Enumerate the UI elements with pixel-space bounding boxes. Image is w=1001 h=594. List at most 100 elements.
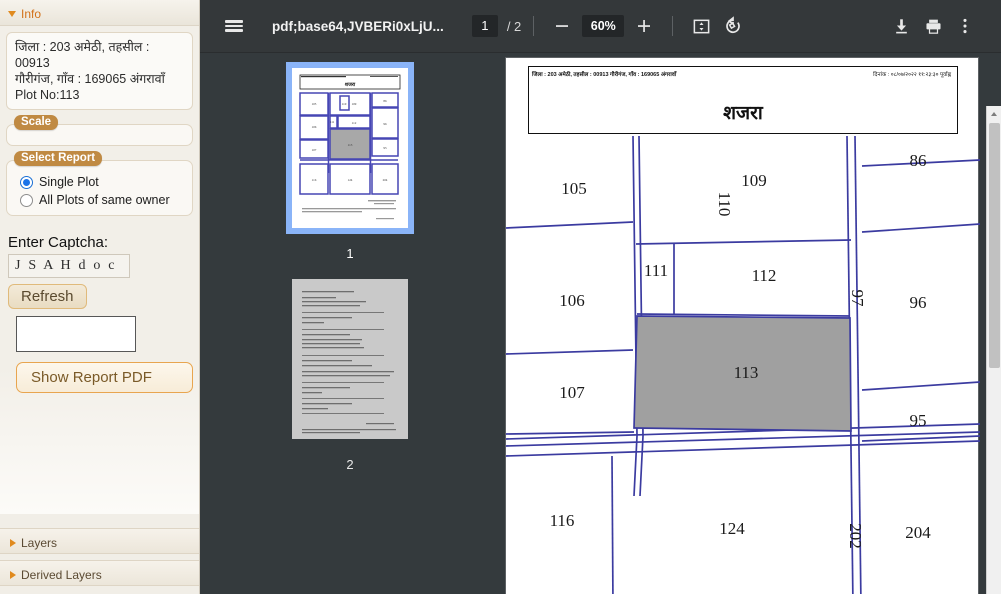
thumbnail-page-2-label: 2 bbox=[346, 457, 354, 472]
toolbar-divider bbox=[533, 16, 535, 36]
select-report-fieldset: Select Report Single Plot All Plots of s… bbox=[6, 151, 193, 216]
captcha-image: J S A H d o c bbox=[8, 254, 130, 278]
svg-text:116: 116 bbox=[312, 178, 317, 182]
application-window: Info जिला : 203 अमेठी, तहसील : 00913 गौर… bbox=[0, 0, 1001, 594]
hamburger-icon bbox=[225, 18, 243, 34]
svg-text:105: 105 bbox=[312, 102, 317, 106]
page-number-input[interactable]: 1 bbox=[471, 15, 498, 37]
parcel-label-95: 95 bbox=[910, 411, 927, 430]
minus-icon bbox=[556, 25, 569, 27]
parcel-label-86: 86 bbox=[910, 151, 927, 170]
chevron-down-icon bbox=[8, 10, 16, 17]
print-icon bbox=[925, 19, 941, 34]
sidebar-toggle-button[interactable] bbox=[218, 10, 250, 42]
parcel-label-105: 105 bbox=[561, 179, 587, 198]
zoom-in-button[interactable] bbox=[628, 10, 660, 42]
svg-text:204: 204 bbox=[383, 178, 388, 182]
thumbnail-panel[interactable]: शजरा 105 106 107 109 110 111 112 86 96 9… bbox=[200, 53, 500, 594]
select-report-legend: Select Report bbox=[14, 151, 103, 166]
scroll-up-arrow[interactable] bbox=[987, 106, 1001, 121]
show-report-pdf-button[interactable]: Show Report PDF bbox=[16, 362, 193, 393]
cadastral-map: 105 109 110 86 106 111 112 96 97 113 107… bbox=[506, 136, 980, 594]
zoom-out-button[interactable] bbox=[546, 10, 578, 42]
document-title: pdf;base64,JVBERi0xLjU... bbox=[272, 18, 444, 34]
svg-text:109: 109 bbox=[352, 102, 357, 106]
radio-single-plot-icon[interactable] bbox=[20, 175, 33, 189]
captcha-title: Enter Captcha: bbox=[8, 234, 109, 251]
zoom-level-display[interactable]: 60% bbox=[582, 15, 625, 37]
svg-text:112: 112 bbox=[352, 121, 357, 125]
svg-text:113: 113 bbox=[348, 143, 353, 147]
more-options-button[interactable] bbox=[949, 10, 981, 42]
parcel-label-110: 110 bbox=[715, 192, 734, 217]
pdf-viewer: pdf;base64,JVBERi0xLjU... 1 / 2 60% शजरा… bbox=[200, 0, 1001, 594]
parcel-label-106: 106 bbox=[559, 291, 585, 310]
svg-text:124: 124 bbox=[348, 178, 353, 182]
thumbnail-item[interactable]: 2 bbox=[200, 279, 500, 472]
radio-all-plots-same-owner-label: All Plots of same owner bbox=[39, 193, 170, 207]
pdf-document-title: शजरा bbox=[723, 103, 763, 124]
scrollbar-thumb[interactable] bbox=[989, 123, 1000, 368]
parcel-label-96: 96 bbox=[910, 293, 927, 312]
parcel-label-204: 204 bbox=[905, 523, 931, 542]
svg-text:111: 111 bbox=[330, 120, 335, 124]
scale-legend: Scale bbox=[14, 115, 59, 130]
info-panel-title: Info bbox=[21, 6, 42, 21]
thumbnail-page-2-preview bbox=[292, 279, 408, 439]
download-icon bbox=[895, 18, 907, 33]
svg-text:106: 106 bbox=[312, 125, 317, 129]
rotate-button[interactable] bbox=[717, 10, 749, 42]
layers-panel-header[interactable]: Layers bbox=[0, 528, 199, 554]
pdf-header-box: जिला : 203 अमेठी, तहसील : 00913 गौरीगंज,… bbox=[528, 66, 958, 134]
radio-single-plot[interactable]: Single Plot bbox=[20, 175, 183, 189]
vertical-scrollbar[interactable] bbox=[986, 106, 1001, 594]
svg-text:शजरा: शजरा bbox=[345, 82, 356, 88]
refresh-captcha-button[interactable]: Refresh bbox=[8, 284, 87, 309]
svg-text:107: 107 bbox=[312, 148, 317, 152]
print-button[interactable] bbox=[917, 10, 949, 42]
parcel-label-202: 202 bbox=[846, 523, 865, 549]
plot-info-line-3: Plot No:113 bbox=[15, 88, 80, 102]
toolbar-divider-2 bbox=[672, 16, 674, 36]
fit-to-page-icon bbox=[693, 19, 710, 33]
thumbnail-page-1[interactable]: शजरा 105 106 107 109 110 111 112 86 96 9… bbox=[286, 62, 414, 234]
captcha-input[interactable] bbox=[16, 316, 136, 352]
derived-layers-panel-title: Derived Layers bbox=[21, 567, 102, 582]
rotate-counterclockwise-icon bbox=[726, 16, 741, 33]
pdf-header-left: जिला : 203 अमेठी, तहसील : 00913 गौरीगंज,… bbox=[532, 72, 677, 78]
radio-all-plots-same-owner[interactable]: All Plots of same owner bbox=[20, 193, 183, 207]
plot-info-line-2: गौरीगंज, गाँव : 169065 अंगरावाँ bbox=[15, 72, 165, 86]
chevron-right-icon bbox=[10, 570, 16, 579]
thumbnail-page-1-preview: शजरा 105106107 109110 111 112 869695 113… bbox=[292, 68, 408, 228]
parcel-label-112: 112 bbox=[752, 266, 777, 285]
radio-all-plots-same-owner-icon[interactable] bbox=[20, 193, 33, 207]
plot-info-box: जिला : 203 अमेठी, तहसील : 00913 गौरीगंज,… bbox=[6, 32, 193, 110]
info-panel-header[interactable]: Info bbox=[0, 0, 199, 26]
pdf-page-area[interactable]: जिला : 203 अमेठी, तहसील : 00913 गौरीगंज,… bbox=[500, 53, 1001, 594]
left-sidebar: Info जिला : 203 अमेठी, तहसील : 00913 गौर… bbox=[0, 0, 200, 594]
svg-text:96: 96 bbox=[383, 122, 387, 126]
thumbnail-item[interactable]: शजरा 105 106 107 109 110 111 112 86 96 9… bbox=[200, 62, 500, 261]
svg-text:95: 95 bbox=[383, 146, 387, 150]
parcel-label-124: 124 bbox=[719, 519, 745, 538]
pdf-header-right: दिनांक : ०८/०७/२०२२ ११:२३:३० पूर्वाह्न bbox=[873, 72, 951, 78]
parcel-label-111: 111 bbox=[644, 261, 668, 280]
thumbnail-page-2[interactable] bbox=[292, 279, 408, 439]
radio-single-plot-label: Single Plot bbox=[39, 175, 99, 189]
pdf-toolbar: pdf;base64,JVBERi0xLjU... 1 / 2 60% bbox=[200, 0, 1001, 53]
parcel-label-109: 109 bbox=[741, 171, 767, 190]
sidebar-content: जिला : 203 अमेठी, तहसील : 00913 गौरीगंज,… bbox=[0, 26, 199, 514]
download-button[interactable] bbox=[885, 10, 917, 42]
parcel-label-116: 116 bbox=[550, 511, 575, 530]
parcel-label-97: 97 bbox=[848, 290, 867, 308]
fit-to-page-button[interactable] bbox=[685, 10, 717, 42]
scale-fieldset: Scale bbox=[6, 115, 193, 146]
svg-text:86: 86 bbox=[383, 99, 387, 103]
svg-text:110: 110 bbox=[342, 102, 347, 106]
plus-icon bbox=[638, 20, 651, 32]
derived-layers-panel-header[interactable]: Derived Layers bbox=[0, 560, 199, 586]
more-vertical-icon bbox=[963, 18, 967, 34]
parcel-label-107: 107 bbox=[559, 383, 585, 402]
chevron-right-icon bbox=[10, 538, 16, 547]
select-report-options: Single Plot All Plots of same owner bbox=[6, 160, 193, 216]
